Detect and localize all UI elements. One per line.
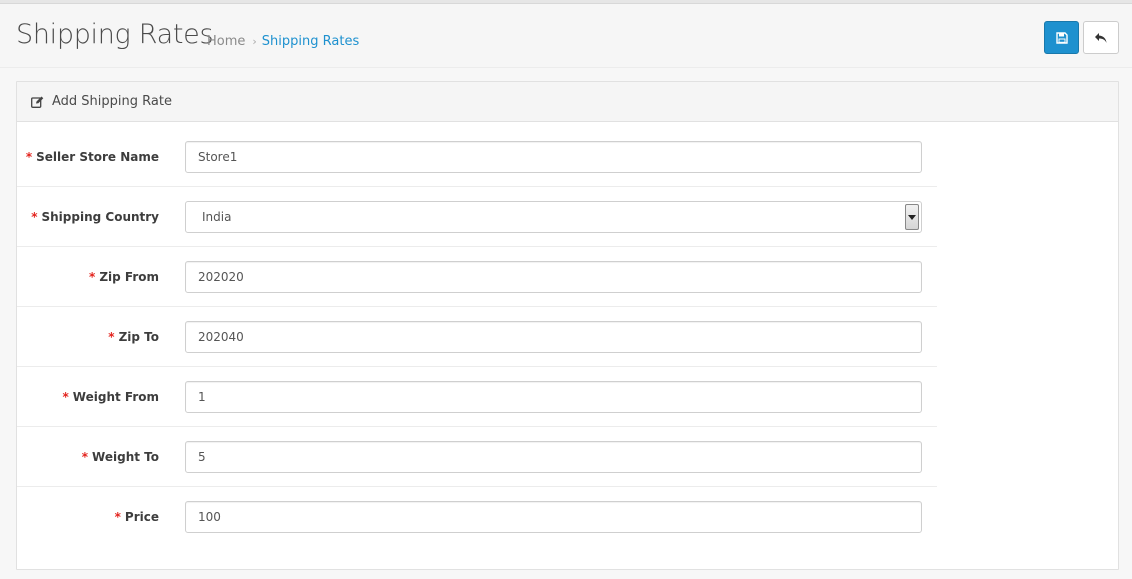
breadcrumb-separator: › [252,35,257,48]
required-mark: * [25,150,33,164]
shipping-country-selected-value: India [202,210,232,224]
floppy-disk-icon [1055,31,1068,44]
shipping-country-label: * Shipping Country [31,210,159,224]
weight-from-input[interactable] [185,381,922,413]
price-label: * Price [114,510,159,524]
price-input[interactable] [185,501,922,533]
zip-to-input[interactable] [185,321,922,353]
required-mark: * [81,450,89,464]
page-header: Shipping Rates Home › Shipping Rates [0,4,1132,68]
weight-to-label: * Weight To [81,450,159,464]
required-mark: * [89,270,96,284]
required-mark: * [114,510,121,524]
form-row-weight-to: * Weight To [17,427,937,487]
shipping-country-select[interactable]: India [185,201,922,233]
page-title: Shipping Rates [16,19,214,50]
zip-from-input[interactable] [185,261,922,293]
form-row-weight-from: * Weight From [17,367,937,427]
form-row-price: * Price [17,487,937,547]
seller-store-name-input[interactable] [185,141,922,173]
form-row-seller-store-name: * Seller Store Name [17,127,937,187]
required-mark: * [108,330,115,344]
weight-to-input[interactable] [185,441,922,473]
save-button[interactable] [1044,21,1079,54]
back-button[interactable] [1083,21,1119,54]
breadcrumb: Home › Shipping Rates [207,34,359,49]
form-row-zip-from: * Zip From [17,247,937,307]
zip-to-label: * Zip To [108,330,159,344]
zip-from-label: * Zip From [89,270,159,284]
weight-from-label: * Weight From [62,390,159,404]
breadcrumb-shipping-rates-link[interactable]: Shipping Rates [262,34,359,49]
edit-pencil-icon [31,96,44,108]
reply-arrow-icon [1095,32,1107,43]
panel-title: Add Shipping Rate [52,94,172,109]
panel-heading: Add Shipping Rate [17,82,1118,122]
form-row-shipping-country: * Shipping Country India [17,187,937,247]
required-mark: * [31,210,38,224]
dropdown-arrow-icon[interactable] [905,204,919,230]
breadcrumb-home-link[interactable]: Home [207,34,245,49]
add-shipping-rate-panel: Add Shipping Rate *Seller Store Name *Sh… [16,81,1119,570]
required-mark: * [62,390,69,404]
form-row-zip-to: * Zip To [17,307,937,367]
seller-store-name-label: * Seller Store Name [25,150,159,164]
